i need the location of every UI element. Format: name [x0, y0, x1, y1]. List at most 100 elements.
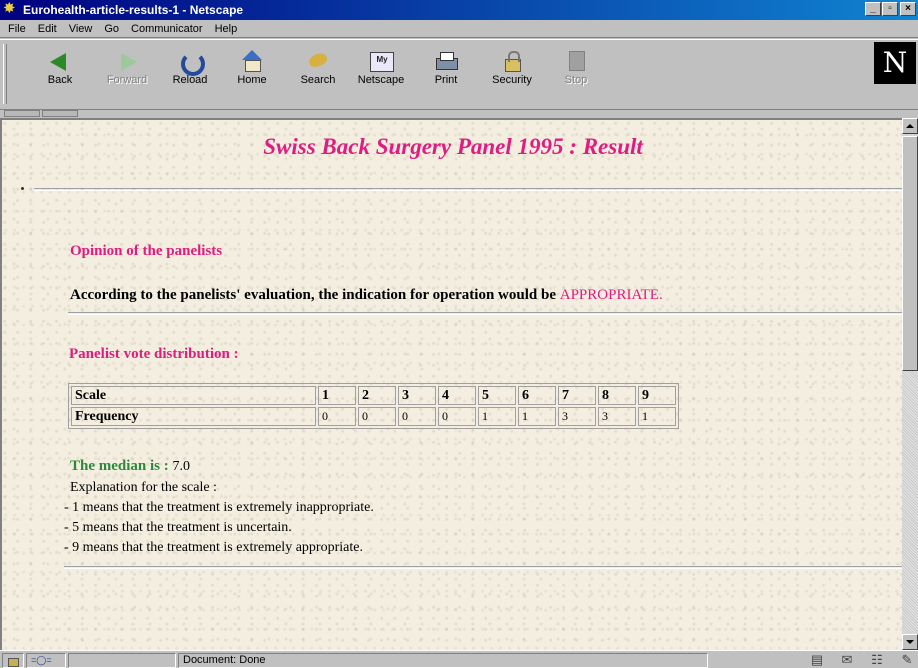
mail-icon[interactable]: ✉ [838, 652, 856, 668]
search-icon [306, 50, 330, 72]
explanation-item: - 1 means that the treatment is extremel… [64, 500, 374, 515]
security-label: Security [492, 74, 532, 86]
scale-cell: 3 [398, 386, 436, 405]
opinion-heading: Opinion of the panelists [70, 243, 223, 259]
security-button[interactable]: Security [484, 46, 540, 104]
divider-middle [68, 312, 902, 315]
search-button[interactable]: Search [294, 46, 342, 104]
home-icon [240, 50, 264, 72]
verdict-text: According to the panelists' evaluation, … [70, 287, 560, 303]
discussion-icon[interactable]: ☷ [868, 652, 886, 668]
home-button[interactable]: Home [232, 46, 272, 104]
scale-cell: 9 [638, 386, 676, 405]
scroll-up-button[interactable] [902, 118, 918, 134]
explanation-item: - 5 means that the treatment is uncertai… [64, 520, 292, 535]
print-label: Print [434, 74, 458, 86]
forward-label: Forward [106, 74, 148, 86]
window-title-bar[interactable]: Eurohealth-article-results-1 - Netscape … [0, 0, 918, 20]
toolbar-tab-1[interactable] [4, 110, 40, 117]
navigator-icon[interactable]: ▤ [808, 652, 826, 668]
padlock-icon [500, 50, 524, 72]
verdict-value: APPROPRIATE. [559, 287, 663, 303]
netscape-app-icon[interactable] [3, 1, 19, 18]
minimize-button[interactable]: _ [865, 2, 881, 16]
vertical-scrollbar[interactable] [902, 118, 918, 650]
explanation-item: - 9 means that the treatment is extremel… [64, 540, 363, 555]
forward-arrow-icon [115, 50, 139, 72]
menu-help[interactable]: Help [209, 23, 244, 35]
scroll-down-button[interactable] [902, 634, 918, 650]
distribution-heading: Panelist vote distribution : [69, 346, 239, 362]
scale-cell: 4 [438, 386, 476, 405]
scroll-thumb[interactable] [902, 136, 918, 371]
frequency-cell: 0 [398, 407, 436, 426]
explanation-list: - 1 means that the treatment is extremel… [64, 498, 374, 558]
frequency-cell: 3 [558, 407, 596, 426]
scale-cell: 7 [558, 386, 596, 405]
vote-distribution-table: Scale 1 2 3 4 5 6 7 8 9 Frequency 0 0 0 … [68, 383, 679, 429]
menu-file[interactable]: File [2, 23, 32, 35]
frequency-cell: 3 [598, 407, 636, 426]
menu-view[interactable]: View [63, 23, 99, 35]
divider-top [34, 188, 902, 191]
frequency-cell: 1 [638, 407, 676, 426]
menu-go[interactable]: Go [98, 23, 125, 35]
table-row-scale: Scale 1 2 3 4 5 6 7 8 9 [71, 386, 676, 405]
back-label: Back [47, 74, 73, 86]
explanation-title: Explanation for the scale : [70, 480, 217, 495]
printer-icon [434, 50, 458, 72]
stop-label: Stop [564, 74, 588, 86]
print-button[interactable]: Print [426, 46, 466, 104]
netscape-label: Netscape [357, 74, 405, 86]
netscape-button[interactable]: Netscape [352, 46, 410, 104]
toolbar-tab-2[interactable] [42, 110, 78, 117]
bullet-dot [21, 187, 24, 190]
divider-bottom [64, 566, 902, 569]
frequency-cell: 1 [478, 407, 516, 426]
menu-communicator[interactable]: Communicator [125, 23, 209, 35]
median-value: 7.0 [172, 459, 191, 474]
frequency-cell: 0 [438, 407, 476, 426]
table-row-frequency: Frequency 0 0 0 0 1 1 3 3 1 [71, 407, 676, 426]
page-content: Swiss Back Surgery Panel 1995 : Result O… [0, 118, 902, 650]
forward-button[interactable]: Forward [102, 46, 152, 104]
scale-cell: 8 [598, 386, 636, 405]
collapsed-toolbar-tabs [0, 109, 918, 117]
connection-status-icon [26, 653, 66, 668]
window-controls: _ ▫ × [864, 2, 916, 16]
frequency-cell: 0 [358, 407, 396, 426]
scale-cell: 2 [358, 386, 396, 405]
frequency-cell: 0 [318, 407, 356, 426]
scale-cell: 1 [318, 386, 356, 405]
my-netscape-icon [369, 50, 394, 72]
frequency-cell: 1 [518, 407, 556, 426]
verdict-sentence: According to the panelists' evaluation, … [70, 287, 663, 304]
reload-icon [178, 50, 205, 76]
frequency-row-header: Frequency [71, 407, 316, 426]
back-arrow-icon [48, 50, 72, 72]
netscape-throbber-logo[interactable]: N [874, 42, 916, 84]
menu-bar: File Edit View Go Communicator Help [0, 20, 918, 38]
status-bar: Document: Done ▤ ✉ ☷ ✎ [0, 650, 918, 668]
median-line: The median is : 7.0 [70, 458, 190, 475]
status-text: Document: Done [178, 653, 708, 668]
toolbar-grip[interactable] [3, 44, 7, 104]
stop-button[interactable]: Stop [556, 46, 596, 104]
menu-edit[interactable]: Edit [32, 23, 63, 35]
progress-indicator [68, 653, 176, 668]
search-label: Search [300, 74, 336, 86]
home-label: Home [237, 74, 267, 86]
reload-button[interactable]: Reload [166, 46, 214, 104]
close-button[interactable]: × [900, 2, 916, 16]
composer-icon[interactable]: ✎ [898, 652, 916, 668]
scale-cell: 5 [478, 386, 516, 405]
median-label: The median is : [70, 458, 173, 474]
window-title: Eurohealth-article-results-1 - Netscape [23, 3, 244, 17]
stop-icon [564, 50, 588, 72]
navigation-toolbar: Back Forward Reload Home Search Netscape… [0, 39, 918, 109]
back-button[interactable]: Back [40, 46, 80, 104]
security-lock-icon[interactable] [2, 653, 24, 668]
component-bar: ▤ ✉ ☷ ✎ [808, 652, 916, 668]
scale-row-header: Scale [71, 386, 316, 405]
maximize-button[interactable]: ▫ [882, 2, 898, 16]
